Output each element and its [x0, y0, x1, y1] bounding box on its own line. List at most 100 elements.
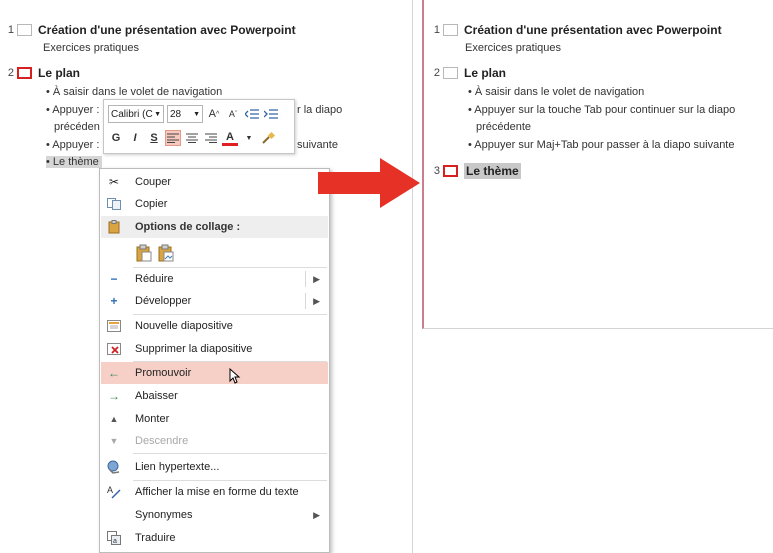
- triangle-up-icon: ▲: [109, 414, 119, 424]
- bullet-line[interactable]: • À saisir dans le volet de navigation: [46, 86, 222, 98]
- slide-thumbnail-icon: [17, 24, 32, 36]
- bold-button[interactable]: G: [108, 130, 124, 146]
- triangle-down-icon: ▼: [109, 436, 119, 446]
- menu-item-afficher-mise-en-forme[interactable]: A Afficher la mise en forme du texte: [101, 481, 328, 503]
- align-right-button[interactable]: [203, 130, 219, 146]
- outline-slide-1[interactable]: 1 Création d'une présentation avec Power…: [426, 21, 722, 39]
- font-color-button[interactable]: A: [222, 131, 238, 146]
- bullet-line[interactable]: • Appuyer sur la touche Tab pour continu…: [468, 104, 735, 116]
- format-painter-icon: [262, 131, 275, 144]
- menu-separator: [133, 453, 327, 454]
- paste-icon: [101, 220, 127, 234]
- slide-thumbnail-icon: [17, 67, 32, 79]
- slide-thumbnail-icon: [443, 165, 458, 177]
- slide-number: 3: [433, 165, 440, 177]
- menu-split-divider: [305, 293, 306, 309]
- outline-slide-1[interactable]: 1 Création d'une présentation avec Power…: [0, 21, 296, 39]
- menu-item-reduire[interactable]: − Réduire ▶: [101, 268, 328, 290]
- context-menu: ✂ Couper Copier Options de collage : − R…: [99, 168, 330, 553]
- outline-slide-3[interactable]: 3 Le thème: [426, 162, 521, 180]
- menu-item-synonymes[interactable]: Synonymes ▶: [101, 504, 328, 526]
- italic-button[interactable]: I: [127, 130, 143, 146]
- arrow-right-icon: →: [108, 389, 120, 403]
- paste-picture-icon[interactable]: [158, 244, 174, 262]
- format-painter-button[interactable]: [260, 130, 276, 146]
- decrease-indent-icon: [245, 109, 259, 119]
- shrink-font-button[interactable]: Aˇ: [225, 106, 241, 122]
- slide-title[interactable]: Le thème: [464, 163, 521, 179]
- menu-item-label: Nouvelle diapositive: [135, 320, 233, 332]
- paste-options-header: Options de collage :: [101, 216, 328, 238]
- menu-item-label: Réduire: [135, 273, 174, 285]
- new-slide-icon: [101, 320, 127, 332]
- slide-subtitle[interactable]: Exercices pratiques: [43, 42, 139, 54]
- menu-item-label: Options de collage :: [135, 221, 241, 233]
- menu-item-label: Monter: [135, 413, 170, 425]
- slide-title[interactable]: Le plan: [38, 66, 80, 80]
- align-left-icon: [167, 133, 179, 143]
- menu-item-couper[interactable]: ✂ Couper: [101, 171, 328, 193]
- slide-title[interactable]: Création d'une présentation avec Powerpo…: [38, 23, 296, 37]
- bullet-line-continuation[interactable]: précédente: [476, 121, 531, 133]
- translate-icon: a: [101, 531, 127, 545]
- slide-title[interactable]: Création d'une présentation avec Powerpo…: [464, 23, 722, 37]
- menu-item-lien-hypertexte[interactable]: Lien hypertexte...: [101, 456, 328, 478]
- bullet-line[interactable]: • Appuyer :: [46, 139, 99, 151]
- underline-button[interactable]: S: [146, 130, 162, 146]
- increase-indent-button[interactable]: [263, 106, 279, 122]
- paste-keep-source-icon[interactable]: [136, 244, 152, 262]
- align-center-button[interactable]: [184, 130, 200, 146]
- outline-slide-2[interactable]: 2 Le plan: [0, 64, 80, 82]
- grow-font-button[interactable]: A ^: [206, 106, 222, 122]
- chevron-down-icon[interactable]: ▼: [241, 130, 257, 146]
- slide-number: 2: [7, 67, 14, 79]
- decrease-indent-button[interactable]: [244, 106, 260, 122]
- bullet-line[interactable]: • Appuyer :: [46, 104, 99, 116]
- menu-item-developper[interactable]: + Développer ▶: [101, 290, 328, 312]
- slide-thumbnail-icon: [443, 24, 458, 36]
- transition-arrow-icon: [318, 158, 420, 208]
- bullet-line-fragment[interactable]: précéden: [54, 121, 100, 133]
- slide-title[interactable]: Le plan: [464, 66, 506, 80]
- slide-subtitle[interactable]: Exercices pratiques: [465, 42, 561, 54]
- outline-slide-2[interactable]: 2 Le plan: [426, 64, 506, 82]
- menu-item-nouvelle-diapositive[interactable]: Nouvelle diapositive: [101, 315, 328, 337]
- chevron-down-icon: ▼: [154, 110, 161, 118]
- font-size-dropdown[interactable]: 28 ▼: [167, 105, 203, 123]
- bullet-line-fragment[interactable]: r la diapo: [297, 104, 342, 116]
- menu-item-abaisser[interactable]: → Abaisser: [101, 385, 328, 407]
- slide-number: 1: [433, 24, 440, 36]
- bullet-line-selected[interactable]: • Le thème: [46, 156, 102, 168]
- bullet-line[interactable]: • À saisir dans le volet de navigation: [468, 86, 644, 98]
- menu-item-label: Copier: [135, 198, 168, 210]
- menu-item-label: Descendre: [135, 435, 189, 447]
- menu-split-divider: [305, 271, 306, 287]
- slide-number: 2: [433, 67, 440, 79]
- menu-item-promouvoir[interactable]: ← Promouvoir: [101, 362, 328, 384]
- slide-number: 1: [7, 24, 14, 36]
- svg-text:A: A: [107, 485, 113, 495]
- menu-item-label: Couper: [135, 176, 172, 188]
- increase-indent-icon: [264, 109, 278, 119]
- outline-pane-after: 1 Création d'une présentation avec Power…: [422, 0, 773, 329]
- menu-item-traduire[interactable]: a Traduire: [101, 527, 328, 549]
- mini-toolbar-row-1: Calibri (C ▼ 28 ▼ A ^ Aˇ: [108, 104, 279, 124]
- font-size-value: 28: [170, 108, 182, 120]
- bullet-line-fragment[interactable]: suivante: [297, 139, 338, 151]
- plus-icon: +: [110, 294, 118, 308]
- slide-thumbnail-icon: [443, 67, 458, 79]
- menu-item-label: Lien hypertexte...: [135, 461, 220, 473]
- menu-item-monter[interactable]: ▲ Monter: [101, 408, 328, 430]
- text-format-icon: A: [101, 485, 127, 499]
- mouse-cursor-icon: [229, 368, 241, 384]
- font-name-dropdown[interactable]: Calibri (C ▼: [108, 105, 164, 123]
- scissors-icon: ✂: [108, 175, 120, 189]
- menu-item-label: Synonymes: [135, 509, 193, 521]
- menu-item-copier[interactable]: Copier: [101, 193, 328, 215]
- bullet-line[interactable]: • Appuyer sur Maj+Tab pour passer à la d…: [468, 139, 734, 151]
- menu-item-supprimer-diapositive[interactable]: Supprimer la diapositive: [101, 338, 328, 360]
- submenu-arrow-icon: ▶: [313, 273, 320, 284]
- arrow-left-icon: ←: [108, 366, 120, 380]
- menu-item-descendre: ▼ Descendre: [101, 430, 328, 452]
- align-left-button[interactable]: [165, 130, 181, 146]
